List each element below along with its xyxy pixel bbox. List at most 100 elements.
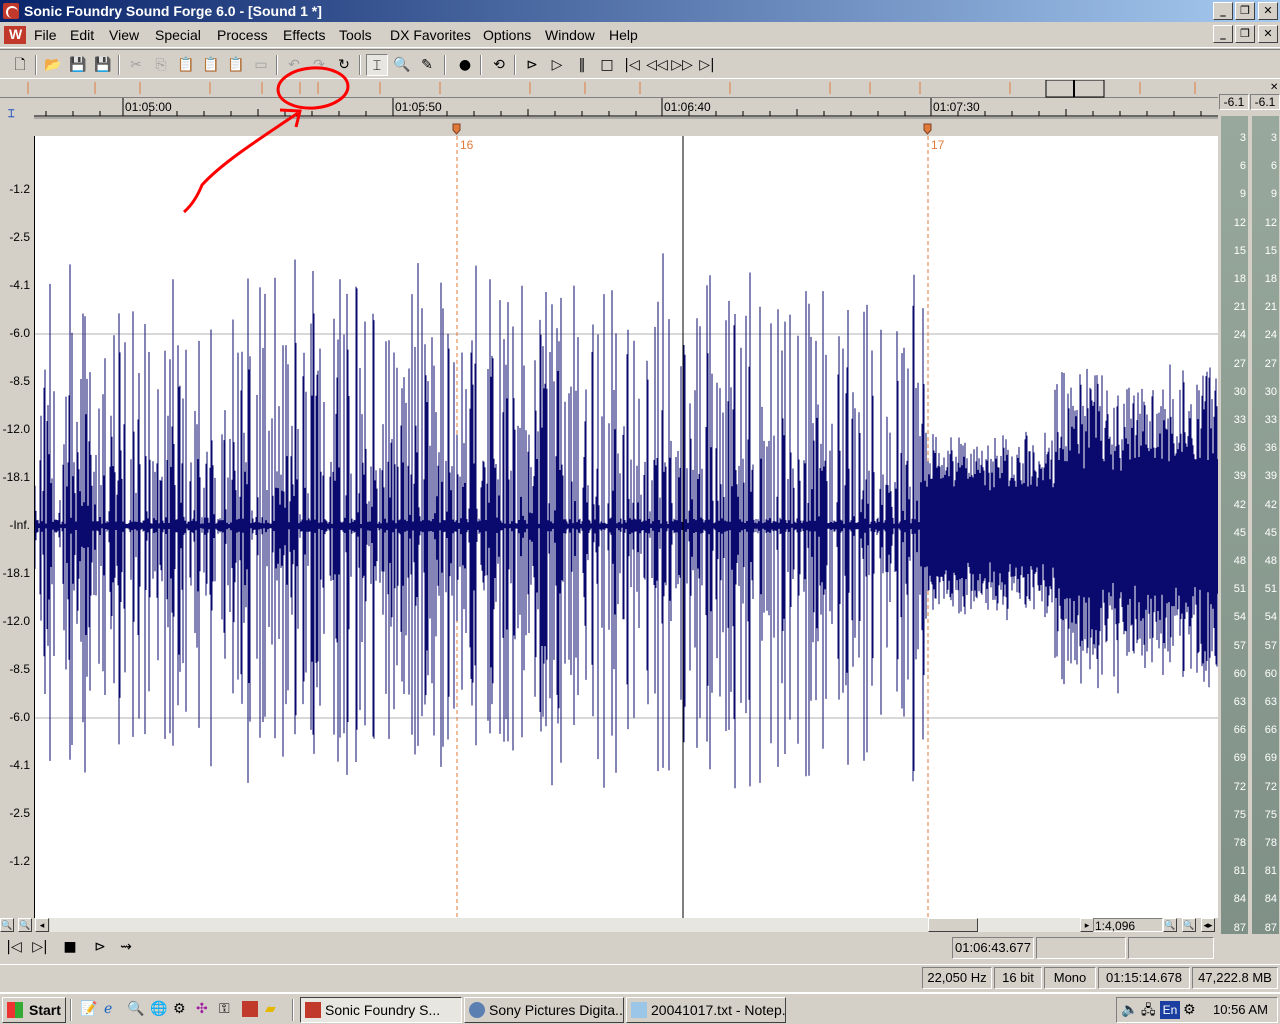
meter-scale-label: 6 — [1239, 160, 1246, 173]
save-icon[interactable]: 💾 — [67, 54, 89, 76]
task-sony-pictures[interactable]: Sony Pictures Digita... — [464, 997, 624, 1023]
restore-button[interactable]: ❐ — [1235, 2, 1255, 20]
menu-effects[interactable]: Effects — [283, 27, 326, 43]
sound-forge-app-icon[interactable] — [3, 3, 19, 19]
meter-scale-label: 3 — [1270, 132, 1277, 144]
cursor-position[interactable]: 01:06:43.677 — [952, 937, 1034, 959]
copy-icon[interactable]: ⎘ — [150, 54, 172, 76]
stop-icon[interactable]: □ — [596, 54, 618, 76]
meter-scale-label: 18 — [1233, 273, 1246, 285]
transport-bar: |◁ ▷| ■ ⊳ ⇝ 01:06:43.677 — [0, 934, 1218, 962]
meter-scale-label: 9 — [1239, 188, 1246, 201]
menu-window[interactable]: Window — [545, 27, 595, 43]
menu-options[interactable]: Options — [483, 27, 531, 43]
menu-help[interactable]: Help — [609, 27, 638, 43]
loop-icon[interactable]: ⟲ — [488, 54, 510, 76]
quicklaunch-tools-icon[interactable]: ⚙ — [173, 1000, 191, 1018]
marker-flag — [452, 123, 932, 135]
quicklaunch-search-icon[interactable]: 🔍 — [127, 1000, 145, 1018]
open-icon[interactable]: 📂 — [42, 54, 64, 76]
menu-special[interactable]: Special — [155, 27, 201, 43]
scroll-left-icon[interactable]: ◂ — [35, 918, 49, 932]
channels[interactable]: Mono — [1044, 967, 1096, 989]
close-button[interactable]: ✕ — [1258, 2, 1278, 20]
meter-scale-label: 3 — [1239, 132, 1246, 144]
menu-dx-favorites[interactable]: DX Favorites — [390, 27, 471, 43]
pause-icon[interactable]: ‖ — [571, 54, 593, 76]
horizontal-scrollbar[interactable] — [50, 918, 1080, 932]
meter-scale-label: 66 — [1233, 724, 1246, 737]
menu-process[interactable]: Process — [217, 27, 268, 43]
meter-close-icon[interactable]: ✕ — [1270, 82, 1278, 93]
sample-rate[interactable]: 22,050 Hz — [922, 967, 992, 989]
scroll-thumb[interactable] — [928, 918, 978, 932]
meter-scale-label: 12 — [1264, 216, 1277, 229]
document-icon[interactable] — [4, 26, 26, 44]
clock[interactable]: 10:56 AM — [1213, 1002, 1268, 1017]
doc-minimize-button[interactable]: _ — [1213, 25, 1233, 43]
waveform-display[interactable]: 16 17 — [34, 136, 1219, 918]
file-length[interactable]: 01:15:14.678 — [1098, 967, 1190, 989]
volume-icon[interactable]: 🔈 — [1121, 1001, 1138, 1018]
menu-edit[interactable]: Edit — [70, 27, 94, 43]
zoom-ratio[interactable]: 1:4,096 — [1093, 918, 1163, 933]
go-start-icon[interactable]: |◁ — [621, 54, 643, 76]
zoom-in-icon[interactable]: 🔍 — [18, 918, 32, 932]
bit-depth[interactable]: 16 bit — [994, 967, 1042, 989]
taskbar: Start 📝 ℯ 🔍 🌐 ⚙ ✣ ⚿ ▰ Sonic Foundry S...… — [0, 992, 1280, 1024]
forward-icon[interactable]: ▷▷ — [671, 54, 693, 76]
play-all-icon[interactable]: ⊳ — [521, 54, 543, 76]
peak-right[interactable]: -6.1 — [1250, 94, 1280, 110]
task-sound-forge[interactable]: Sonic Foundry S... — [300, 997, 462, 1023]
start-button[interactable]: Start — [2, 997, 66, 1023]
play-icon[interactable]: ▷ — [546, 54, 568, 76]
go-end-icon[interactable]: ▷| — [29, 936, 51, 958]
menu-file[interactable]: File — [34, 27, 57, 43]
menu-view[interactable]: View — [109, 27, 139, 43]
magnify-tool-icon[interactable]: 🔍 — [391, 54, 413, 76]
rewind-icon[interactable]: ◁◁ — [646, 54, 668, 76]
meter-scale-label: 48 — [1233, 555, 1246, 567]
meter-scale-label: 57 — [1264, 639, 1277, 652]
zoom-out-icon[interactable]: 🔍 — [0, 918, 14, 932]
title-bar[interactable]: Sonic Foundry Sound Forge 6.0 - [Sound 1… — [0, 0, 1280, 22]
zoom-time-out-icon[interactable]: 🔍 — [1163, 918, 1177, 932]
meter-scale-label: 42 — [1233, 498, 1246, 511]
menu-tools[interactable]: Tools — [339, 27, 372, 43]
go-start-icon[interactable]: |◁ — [3, 936, 25, 958]
save-as-icon[interactable]: 💾 — [92, 54, 114, 76]
level-meter[interactable]: ✕ -6.1 -6.1 3 3 6 6 9 9 12 12 15 15 18 18 21 21 24 24 27… — [1218, 80, 1280, 942]
edit-tool-icon[interactable]: ⌶ — [366, 54, 388, 76]
quicklaunch-key-icon[interactable]: ⚿ — [219, 1000, 237, 1018]
doc-close-button[interactable]: ✕ — [1258, 25, 1278, 43]
meter-scale-label: 36 — [1264, 442, 1277, 455]
go-end-icon[interactable]: ▷| — [696, 54, 718, 76]
new-icon[interactable]: 🗋 — [9, 54, 31, 76]
selection-end[interactable] — [1128, 937, 1214, 959]
play-normal-icon[interactable]: ⊳ — [89, 936, 111, 958]
task-notepad[interactable]: 20041017.txt - Notep... — [626, 997, 786, 1023]
meter-scale-label: 78 — [1233, 837, 1246, 849]
quicklaunch-network-icon[interactable]: 🌐 — [150, 1000, 168, 1018]
peak-left[interactable]: -6.1 — [1219, 94, 1249, 110]
quicklaunch-soundforge-icon[interactable] — [242, 1001, 258, 1017]
pencil-tool-icon[interactable]: ✎ — [416, 54, 438, 76]
language-indicator[interactable]: En — [1160, 1001, 1180, 1019]
quicklaunch-notepad-icon[interactable]: 📝 — [80, 1000, 98, 1018]
meter-scale-label: 51 — [1233, 583, 1246, 596]
tray-app-icon[interactable]: ⚙ — [1183, 1001, 1196, 1018]
stop-icon[interactable]: ■ — [59, 936, 81, 958]
play-plugin-chain-icon[interactable]: ⇝ — [115, 936, 137, 958]
quicklaunch-ie-icon[interactable]: ℯ — [104, 1000, 122, 1018]
network-status-icon[interactable]: 🖧 — [1141, 1001, 1156, 1023]
minimize-button[interactable]: _ — [1213, 2, 1233, 20]
zoom-time-in-icon[interactable]: 🔍 — [1182, 918, 1196, 932]
selection-length[interactable] — [1036, 937, 1126, 959]
cut-icon[interactable]: ✂ — [125, 54, 147, 76]
doc-restore-button[interactable]: ❐ — [1235, 25, 1255, 43]
scroll-right-icon[interactable]: ▸ — [1080, 918, 1094, 932]
record-icon[interactable]: ● — [454, 54, 476, 76]
quicklaunch-folder-icon[interactable]: ▰ — [265, 1000, 283, 1018]
quicklaunch-app-icon[interactable]: ✣ — [196, 1000, 214, 1018]
zoom-adjust-icon[interactable]: ◂▸ — [1201, 918, 1215, 932]
